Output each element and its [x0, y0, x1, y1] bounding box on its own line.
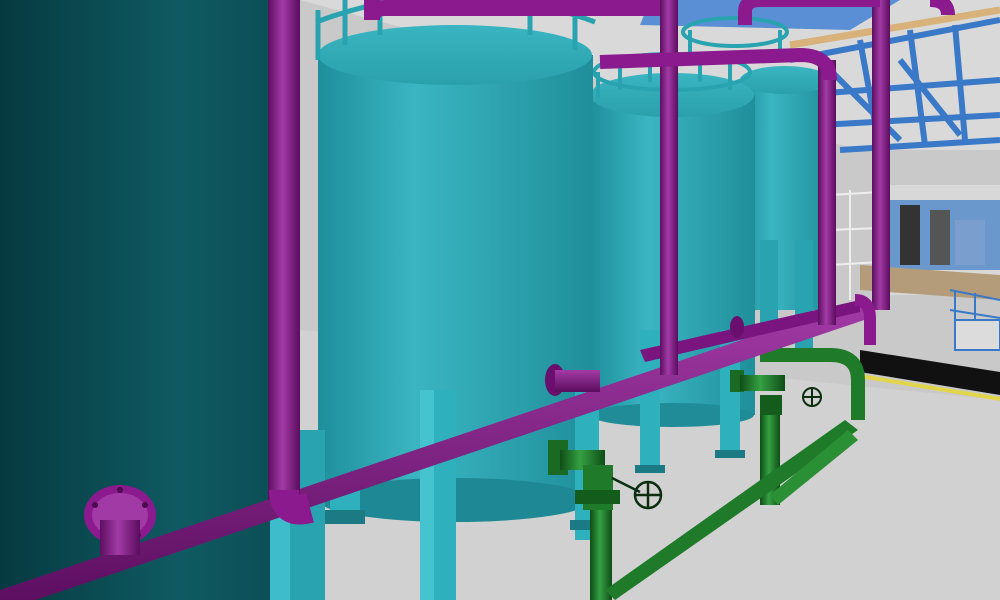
storage-tank-2	[318, 25, 604, 600]
hand-valve-2[interactable]	[802, 387, 822, 407]
plant-3d-viewport[interactable]	[0, 0, 1000, 600]
